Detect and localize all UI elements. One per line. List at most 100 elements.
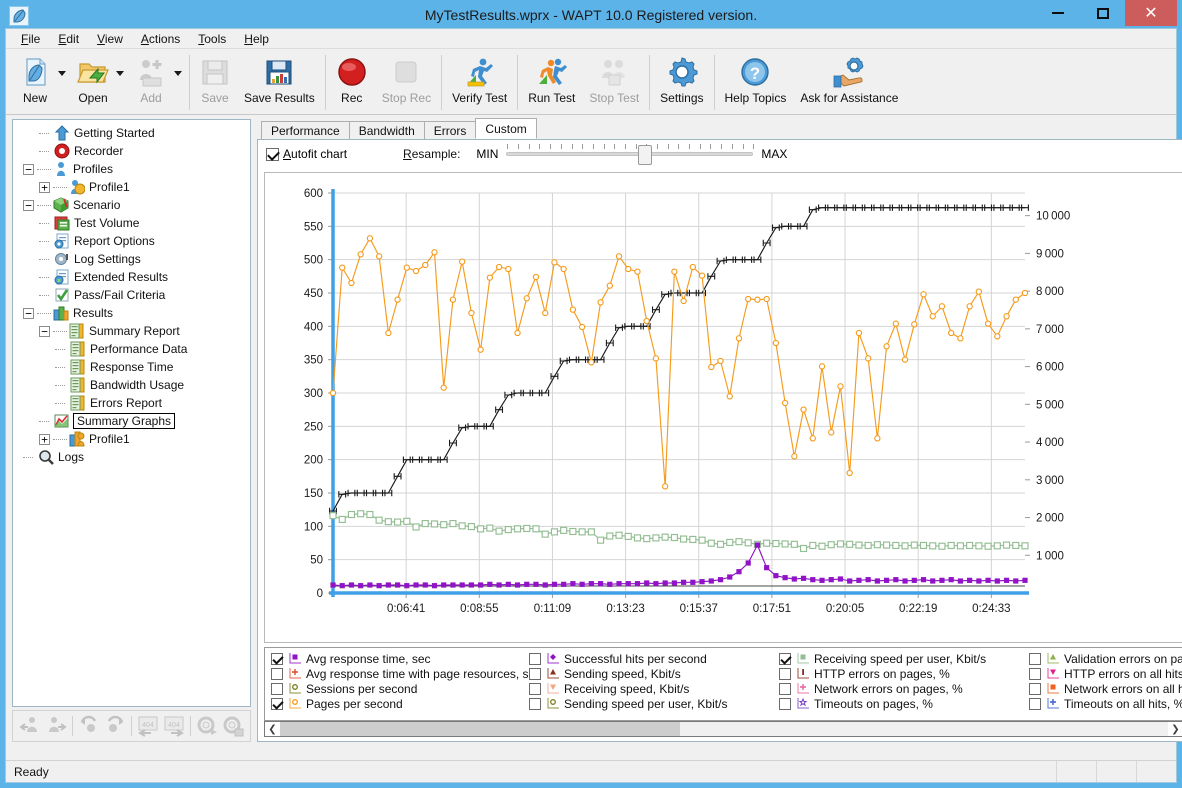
legend-item[interactable]: HTTP errors on pages, % <box>779 666 1023 681</box>
legend-item[interactable]: Sending speed, Kbit/s <box>529 666 773 681</box>
legend-checkbox[interactable] <box>271 697 283 710</box>
legend-item[interactable]: HTTP errors on all hits, % <box>1029 666 1182 681</box>
legend-checkbox[interactable] <box>779 652 791 665</box>
toolbar-stop-test-button[interactable]: Stop Test <box>582 51 646 114</box>
tree-item-profiles[interactable]: − Profiles <box>17 160 248 178</box>
legend-checkbox[interactable] <box>271 667 283 680</box>
scroll-thumb[interactable] <box>280 722 680 736</box>
legend-item[interactable]: Sending speed per user, Kbit/s <box>529 696 773 711</box>
scroll-right-icon[interactable]: ❯ <box>1168 722 1182 736</box>
legend-item[interactable]: Sessions per second <box>271 681 523 696</box>
legend-checkbox[interactable] <box>779 667 791 680</box>
legend-checkbox[interactable] <box>529 682 541 695</box>
tree-item-summary-report[interactable]: − Summary Report <box>17 322 248 340</box>
legend-item[interactable]: Timeouts on all hits, % <box>1029 696 1182 711</box>
tree-item-performance-data[interactable]: Performance Data <box>17 340 248 358</box>
tree-collapse-toggle[interactable]: − <box>23 307 34 319</box>
tree-expand-toggle[interactable]: + <box>39 433 50 445</box>
legend-item[interactable]: Avg response time with page resources, s… <box>271 666 541 681</box>
legend-item[interactable]: Receiving speed, Kbit/s <box>529 681 773 696</box>
tree-item-pass-fail-criteria[interactable]: Pass/Fail Criteria <box>17 286 248 304</box>
legend-checkbox[interactable] <box>779 682 791 695</box>
toolbar-add-dropdown[interactable] <box>174 51 186 114</box>
tab-bandwidth[interactable]: Bandwidth <box>348 121 425 139</box>
menu-file[interactable]: File <box>12 30 49 48</box>
series-legend[interactable]: Avg response time, sec Avg response time … <box>264 647 1182 721</box>
menu-view[interactable]: View <box>88 30 132 48</box>
scroll-track[interactable] <box>280 722 1168 736</box>
legend-checkbox[interactable] <box>271 652 283 665</box>
toolbar-ask-assistance-button[interactable]: Ask for Assistance <box>793 51 905 114</box>
tree-item-logs[interactable]: Logs <box>17 448 248 466</box>
scroll-left-icon[interactable]: ❮ <box>265 722 280 736</box>
tree-item-bandwidth-usage[interactable]: Bandwidth Usage <box>17 376 248 394</box>
tree-item-getting-started[interactable]: Getting Started <box>17 124 248 142</box>
gear-save-icon[interactable] <box>220 713 246 739</box>
tree-item-log-settings[interactable]: Log Settings <box>17 250 248 268</box>
toolbar-save-button[interactable]: Save <box>193 51 237 114</box>
tab-errors[interactable]: Errors <box>423 121 477 139</box>
tree-item-errors-report[interactable]: Errors Report <box>17 394 248 412</box>
toolbar-new-dropdown[interactable] <box>58 51 70 114</box>
tree-item-scenario[interactable]: − Scenario <box>17 196 248 214</box>
refresh-next-icon[interactable] <box>102 713 128 739</box>
toolbar-add-button[interactable]: Add <box>128 51 174 114</box>
maximize-button[interactable] <box>1080 0 1125 26</box>
toolbar-stop-rec-button[interactable]: Stop Rec <box>375 51 438 114</box>
tree-item-recorder[interactable]: Recorder <box>17 142 248 160</box>
tree-item-response-time[interactable]: Response Time <box>17 358 248 376</box>
legend-item[interactable]: Pages per second <box>271 696 523 711</box>
toolbar-rec-button[interactable]: Rec <box>329 51 375 114</box>
tree-item-results[interactable]: − Results <box>17 304 248 322</box>
user-prev-icon[interactable] <box>17 713 43 739</box>
tree-item-extended-results[interactable]: Extended Results <box>17 268 248 286</box>
tree-collapse-toggle[interactable]: − <box>39 325 50 337</box>
toolbar-verify-test-button[interactable]: Verify Test <box>445 51 514 114</box>
user-next-icon[interactable] <box>43 713 69 739</box>
tab-custom[interactable]: Custom <box>475 118 537 139</box>
toolbar-open-dropdown[interactable] <box>116 51 128 114</box>
gear-run-icon[interactable] <box>194 713 220 739</box>
legend-horizontal-scrollbar[interactable]: ❮ ❯ <box>264 721 1182 737</box>
tree-expand-toggle[interactable]: + <box>39 181 50 193</box>
chart-plot-area[interactable]: 0 50 100 150 200 250 300 350 400 450 500 550 600 1 00… <box>264 172 1182 643</box>
tree-item-test-volume[interactable]: Test Volume <box>17 214 248 232</box>
autofit-chart-checkbox[interactable] <box>266 147 279 161</box>
close-button[interactable]: ✕ <box>1125 0 1177 26</box>
resample-slider[interactable] <box>506 144 755 165</box>
toolbar-new-button[interactable]: New <box>12 51 58 114</box>
legend-item[interactable]: Receiving speed per user, Kbit/s <box>779 651 1023 666</box>
tree-item-summary-graphs[interactable]: Summary Graphs <box>17 412 248 430</box>
tree-item-profile1[interactable]: + Profile1 <box>17 178 248 196</box>
legend-checkbox[interactable] <box>529 652 541 665</box>
refresh-prev-icon[interactable] <box>76 713 102 739</box>
legend-checkbox[interactable] <box>1029 652 1041 665</box>
legend-checkbox[interactable] <box>1029 667 1041 680</box>
toolbar-settings-button[interactable]: Settings <box>653 51 710 114</box>
menu-edit[interactable]: Edit <box>49 30 88 48</box>
tree-item-profile1[interactable]: + Profile1 <box>17 430 248 448</box>
legend-item[interactable]: Network errors on pages, % <box>779 681 1023 696</box>
navigation-tree[interactable]: Getting Started Recorder − Profiles + Profile… <box>12 119 251 707</box>
legend-item[interactable]: Successful hits per second <box>529 651 773 666</box>
menu-help[interactable]: Help <box>235 30 278 48</box>
menu-tools[interactable]: Tools <box>189 30 235 48</box>
minimize-button[interactable] <box>1035 0 1080 26</box>
legend-checkbox[interactable] <box>779 697 791 710</box>
legend-item[interactable]: Timeouts on pages, % <box>779 696 1023 711</box>
resample-slider-thumb[interactable] <box>638 145 653 165</box>
toolbar-open-button[interactable]: Open <box>70 51 116 114</box>
tree-collapse-toggle[interactable]: − <box>23 199 34 211</box>
legend-item[interactable]: Network errors on all hits, % <box>1029 681 1182 696</box>
tree-collapse-toggle[interactable]: − <box>23 163 34 175</box>
tree-item-report-options[interactable]: Report Options <box>17 232 248 250</box>
menu-actions[interactable]: Actions <box>132 30 189 48</box>
toolbar-save-results-button[interactable]: Save Results <box>237 51 322 114</box>
error-404-next-icon[interactable]: 404 <box>161 713 187 739</box>
error-404-prev-icon[interactable]: 404 <box>135 713 161 739</box>
legend-checkbox[interactable] <box>529 667 541 680</box>
legend-item[interactable]: Validation errors on pages, % <box>1029 651 1182 666</box>
legend-checkbox[interactable] <box>1029 682 1041 695</box>
legend-checkbox[interactable] <box>1029 697 1041 710</box>
toolbar-help-topics-button[interactable]: ? Help Topics <box>718 51 794 114</box>
